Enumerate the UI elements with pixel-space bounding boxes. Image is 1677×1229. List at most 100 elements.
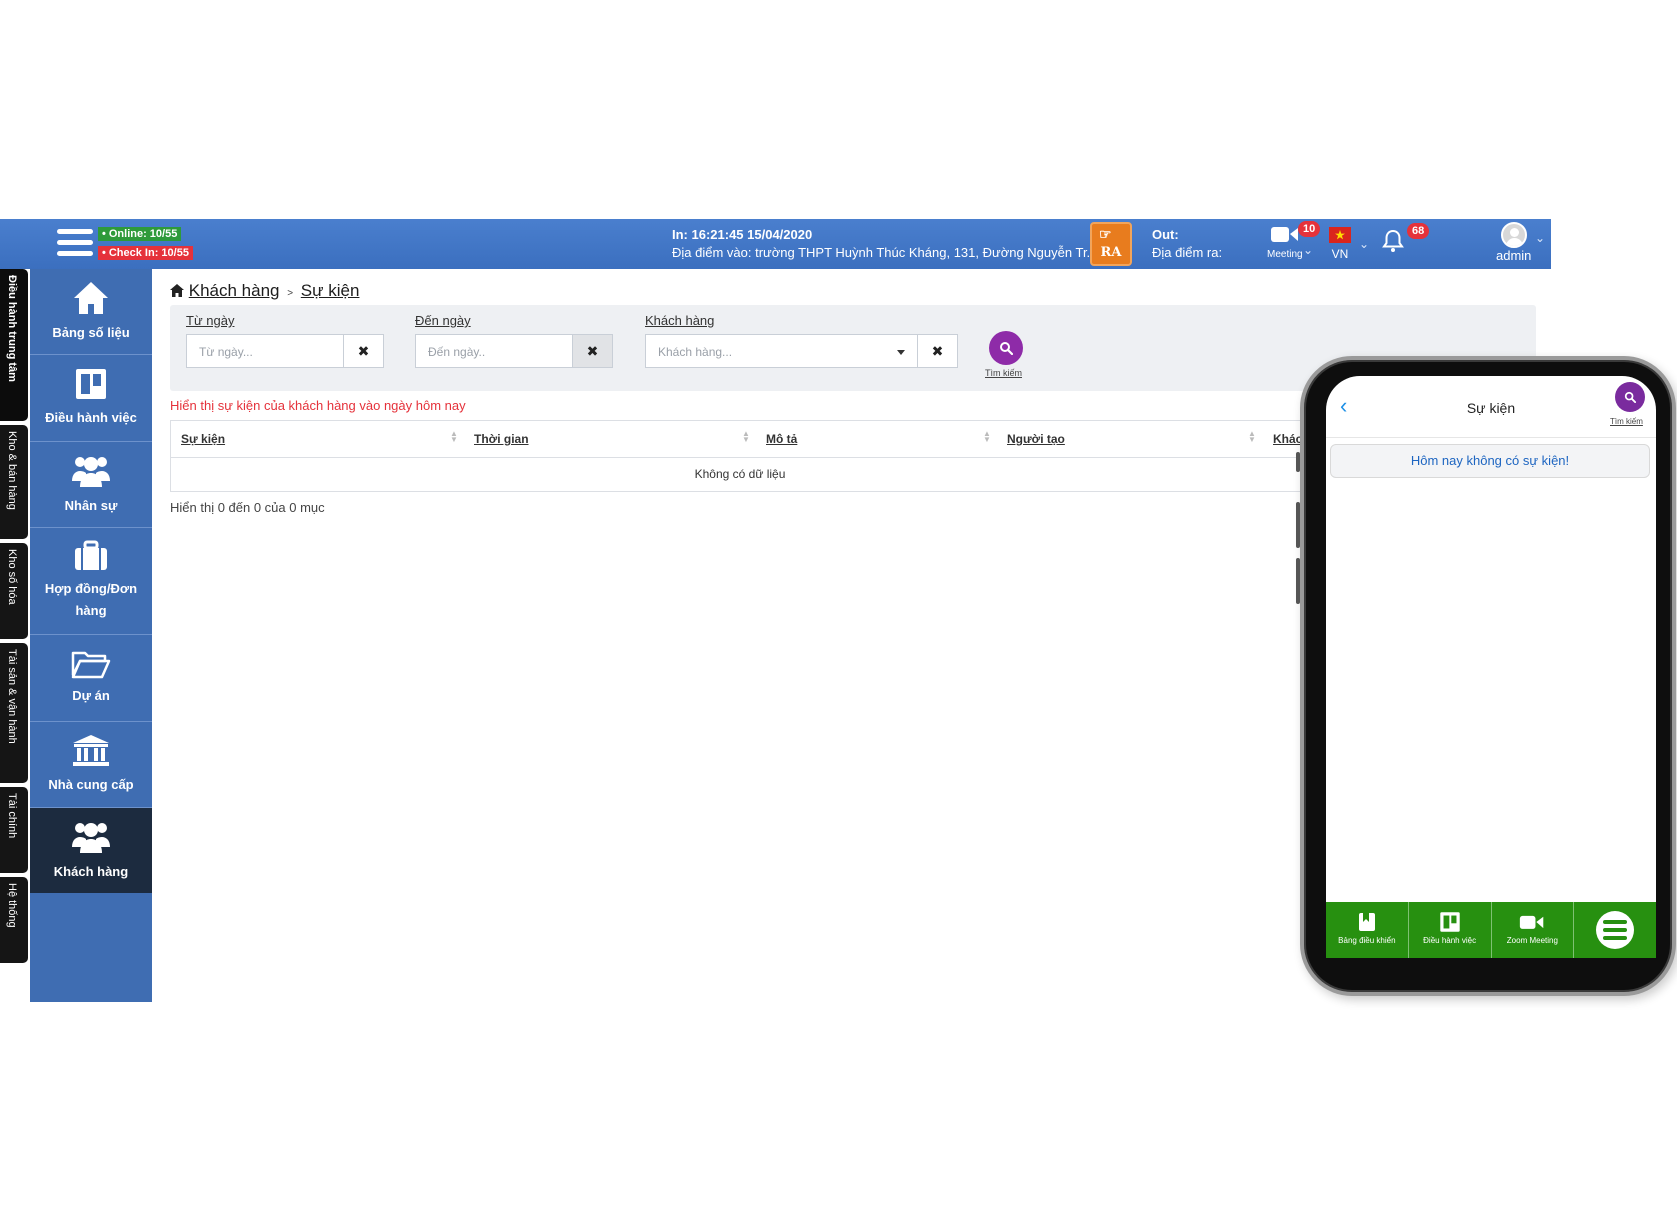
top-bar: Online: 10/55 Check In: 10/55 In: 16:21:… bbox=[0, 219, 1551, 269]
vtab-he-thong[interactable]: Hệ thống bbox=[0, 877, 28, 963]
sidebar-item-khach-hang[interactable]: Khách hàng bbox=[30, 808, 152, 893]
check-out-location: Địa điểm ra: bbox=[1152, 245, 1223, 260]
pointing-hand-icon: ☞ bbox=[1099, 227, 1112, 243]
vtab-label: Kho & bán hàng bbox=[6, 431, 18, 510]
sidebar-item-label: Nhà cung cấp bbox=[48, 776, 134, 792]
check-in-info: In: 16:21:45 15/04/2020 Địa điểm vào: tr… bbox=[672, 226, 1097, 262]
customer-select[interactable]: Khách hàng... bbox=[645, 334, 918, 368]
to-date-label: Đến ngày bbox=[415, 313, 471, 328]
empty-table-row: Không có dữ liệu bbox=[694, 467, 786, 481]
breadcrumb-parent-link[interactable]: Khách hàng bbox=[189, 281, 280, 300]
book-icon bbox=[1358, 913, 1375, 931]
vtab-kho-ban-hang[interactable]: Kho & bán hàng bbox=[0, 425, 28, 539]
breadcrumb: Khách hàng > Sự kiện bbox=[170, 281, 1540, 301]
module-tabs: Điều hành trung tâm Kho & bán hàng Kho s… bbox=[0, 269, 30, 967]
phone-header: ‹ Sự kiện Tìm kiếm bbox=[1326, 376, 1656, 438]
from-date-input[interactable]: Từ ngày... bbox=[186, 334, 344, 368]
customer-label: Khách hàng bbox=[645, 313, 715, 328]
main-content: Khách hàng > Sự kiện Từ ngày Từ ngày... … bbox=[170, 281, 1540, 515]
vtab-label: Tài chính bbox=[6, 793, 18, 839]
menu-icon bbox=[1596, 911, 1635, 949]
sidebar-item-dieu-hanh-viec[interactable]: Điều hành việc bbox=[30, 355, 152, 442]
table-header: Sự kiện ▲ ▼ Thời gian ▲ ▼ Mô tả ▲ ▼ Người t… bbox=[171, 421, 1309, 458]
column-header-su-kien[interactable]: Sự kiện bbox=[181, 432, 225, 446]
from-date-label: Từ ngày bbox=[186, 313, 235, 328]
phone-search-caption[interactable]: Tìm kiếm bbox=[1610, 417, 1643, 426]
caret-down-icon bbox=[897, 350, 905, 355]
column-header-khac[interactable]: Khác bbox=[1273, 432, 1302, 446]
vtab-dieu-hanh-trung-tam[interactable]: Điều hành trung tâm bbox=[0, 269, 28, 421]
board-icon bbox=[1439, 912, 1460, 932]
search-button[interactable] bbox=[989, 331, 1023, 365]
online-count-badge: Online: 10/55 bbox=[98, 227, 182, 241]
column-header-thoi-gian[interactable]: Thời gian bbox=[474, 432, 529, 446]
chevron-down-icon[interactable]: ⌄ bbox=[1535, 231, 1545, 245]
phone-screen: ‹ Sự kiện Tìm kiếm Hôm nay không có sự k… bbox=[1326, 376, 1656, 958]
sort-icon[interactable]: ▲ ▼ bbox=[983, 430, 991, 444]
phone-tab-dieu-hanh-viec[interactable]: Điều hành việc bbox=[1409, 902, 1492, 958]
notifications-button[interactable] bbox=[1382, 229, 1404, 256]
vtab-label: Tài sản & vận hành bbox=[6, 649, 18, 744]
sidebar: Bảng số liệu Điều hành việc Nhân sự Hợp … bbox=[30, 269, 152, 1002]
search-icon bbox=[1000, 342, 1013, 355]
sidebar-item-label: Bảng số liệu bbox=[52, 324, 130, 340]
from-date-clear-button[interactable]: ✖ bbox=[343, 334, 384, 368]
video-camera-icon bbox=[1270, 227, 1298, 242]
sort-icon[interactable]: ▲ ▼ bbox=[450, 430, 458, 444]
hamburger-menu-icon[interactable] bbox=[57, 229, 93, 259]
search-button-caption[interactable]: Tìm kiếm bbox=[985, 368, 1022, 378]
info-message: Hiển thị sự kiện của khách hàng vào ngày… bbox=[170, 398, 466, 413]
sidebar-item-nha-cung-cap[interactable]: Nhà cung cấp bbox=[30, 722, 152, 808]
app-stage: Online: 10/55 Check In: 10/55 In: 16:21:… bbox=[0, 0, 1677, 1229]
check-out-button[interactable]: ☞ RA bbox=[1090, 222, 1132, 266]
phone-mute-switch bbox=[1296, 452, 1300, 472]
sidebar-item-hop-dong[interactable]: Hợp đồng/Đơn hàng bbox=[30, 528, 152, 635]
home-icon bbox=[74, 281, 108, 314]
to-date-input[interactable]: Đến ngày.. bbox=[415, 334, 573, 368]
chevron-down-icon[interactable]: ⌄ bbox=[1359, 237, 1369, 251]
chevron-down-icon[interactable]: ⌄ bbox=[1303, 243, 1313, 257]
sidebar-item-label: Nhân sự bbox=[64, 497, 118, 513]
events-table: Sự kiện ▲ ▼ Thời gian ▲ ▼ Mô tả ▲ ▼ Người t… bbox=[170, 420, 1310, 492]
sidebar-item-nhan-su[interactable]: Nhân sự bbox=[30, 442, 152, 528]
search-icon bbox=[1624, 391, 1636, 403]
sort-icon[interactable]: ▲ ▼ bbox=[742, 430, 750, 444]
sidebar-item-label: Hợp đồng/Đơn hàng bbox=[44, 581, 138, 618]
user-avatar bbox=[1500, 222, 1527, 248]
sort-icon[interactable]: ▲ ▼ bbox=[1248, 430, 1256, 444]
vtab-label: Kho số hóa bbox=[6, 549, 18, 605]
phone-tab-menu[interactable] bbox=[1574, 902, 1656, 958]
phone-tab-zoom-meeting[interactable]: Zoom Meeting bbox=[1492, 902, 1575, 958]
phone-tab-label: Điều hành việc bbox=[1423, 936, 1477, 945]
users-icon bbox=[72, 456, 110, 487]
video-icon bbox=[1520, 915, 1544, 929]
vtab-kho-so-hoa[interactable]: Kho số hóa bbox=[0, 543, 28, 639]
breadcrumb-separator: > bbox=[287, 288, 294, 299]
close-icon: ✖ bbox=[357, 343, 370, 359]
user-menu[interactable]: admin bbox=[1496, 222, 1531, 263]
meeting-label: Meeting bbox=[1267, 249, 1303, 260]
language-selector[interactable]: VN bbox=[1329, 223, 1351, 261]
close-icon: ✖ bbox=[586, 343, 599, 359]
vtab-tai-san-van-hanh[interactable]: Tài sản & vận hành bbox=[0, 643, 28, 783]
customer-clear-button[interactable]: ✖ bbox=[917, 334, 958, 368]
notification-count-badge: 68 bbox=[1407, 223, 1430, 239]
check-out-button-label: RA bbox=[1100, 245, 1122, 260]
phone-search-button[interactable] bbox=[1615, 382, 1645, 412]
user-name: admin bbox=[1496, 248, 1532, 263]
sidebar-item-label: Điều hành việc bbox=[45, 410, 137, 425]
folder-open-icon bbox=[71, 651, 111, 679]
check-out-info: Out: Địa điểm ra: bbox=[1152, 226, 1222, 262]
phone-title: Sự kiện bbox=[1466, 400, 1516, 416]
phone-bottom-nav: Bảng điều khiển Điều hành việc Zoom Meet… bbox=[1326, 902, 1656, 958]
vtab-tai-chinh[interactable]: Tài chính bbox=[0, 787, 28, 873]
column-header-nguoi-tao[interactable]: Người tạo bbox=[1007, 432, 1065, 446]
to-date-clear-button[interactable]: ✖ bbox=[572, 334, 613, 368]
breadcrumb-current[interactable]: Sự kiện bbox=[301, 281, 360, 300]
check-in-location: Địa điểm vào: trường THPT Huỳnh Thúc Khá… bbox=[672, 245, 1098, 260]
sidebar-item-bang-so-lieu[interactable]: Bảng số liệu bbox=[30, 269, 152, 355]
phone-tab-bang-dieu-khien[interactable]: Bảng điều khiển bbox=[1326, 902, 1409, 958]
sidebar-item-du-an[interactable]: Dự án bbox=[30, 635, 152, 722]
sidebar-item-label: Khách hàng bbox=[53, 863, 129, 879]
column-header-mo-ta[interactable]: Mô tả bbox=[766, 432, 797, 446]
